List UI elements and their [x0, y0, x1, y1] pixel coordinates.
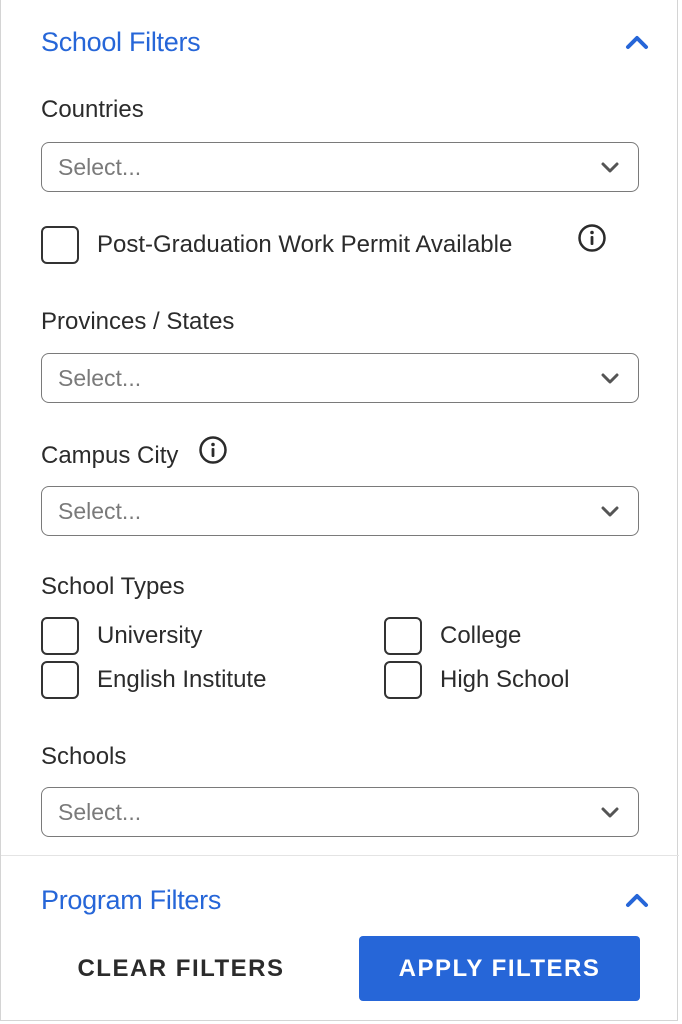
campus-city-select[interactable]: Select...	[41, 486, 639, 536]
school-type-english-institute[interactable]: English Institute	[41, 661, 266, 699]
info-icon[interactable]	[198, 435, 228, 465]
schools-placeholder: Select...	[58, 798, 142, 825]
chevron-down-icon	[601, 807, 619, 818]
school-filters-header[interactable]: School Filters	[41, 22, 649, 62]
school-type-high-school[interactable]: High School	[384, 661, 569, 699]
schools-label: Schools	[41, 743, 127, 770]
pgwp-checkbox[interactable]	[41, 226, 79, 264]
pgwp-label: Post-Graduation Work Permit Available	[97, 231, 513, 258]
countries-placeholder: Select...	[58, 153, 142, 180]
chevron-up-icon[interactable]	[625, 892, 649, 908]
clear-filters-button[interactable]: CLEAR FILTERS	[61, 938, 301, 1000]
chevron-down-icon	[601, 162, 619, 173]
campus-city-label-text: Campus City	[41, 442, 179, 469]
university-checkbox[interactable]	[41, 617, 79, 655]
high-school-label: High School	[440, 666, 570, 693]
school-type-university[interactable]: University	[41, 617, 202, 655]
filters-panel: School Filters Countries Select... Post-…	[0, 0, 679, 1021]
provinces-select[interactable]: Select...	[41, 353, 639, 403]
pgwp-checkbox-row[interactable]: Post-Graduation Work Permit Available	[41, 226, 512, 264]
chevron-up-icon[interactable]	[625, 34, 649, 50]
college-label: College	[440, 622, 522, 649]
english-institute-label: English Institute	[97, 666, 267, 693]
provinces-label: Provinces / States	[41, 308, 235, 335]
school-types-label: School Types	[41, 573, 185, 600]
info-icon[interactable]	[577, 223, 607, 253]
program-filters-header[interactable]: Program Filters	[41, 880, 649, 920]
college-checkbox[interactable]	[384, 617, 422, 655]
school-filters-title: School Filters	[41, 26, 201, 57]
program-filters-title: Program Filters	[41, 884, 222, 915]
campus-city-label: Campus City	[41, 442, 178, 470]
apply-filters-button[interactable]: APPLY FILTERS	[359, 936, 640, 1001]
chevron-down-icon	[601, 506, 619, 517]
provinces-placeholder: Select...	[58, 364, 142, 391]
section-divider	[1, 855, 679, 856]
schools-select[interactable]: Select...	[41, 787, 639, 837]
high-school-checkbox[interactable]	[384, 661, 422, 699]
school-type-college[interactable]: College	[384, 617, 521, 655]
english-institute-checkbox[interactable]	[41, 661, 79, 699]
campus-city-placeholder: Select...	[58, 497, 142, 524]
countries-select[interactable]: Select...	[41, 142, 639, 192]
university-label: University	[97, 622, 203, 649]
countries-label: Countries	[41, 96, 144, 123]
chevron-down-icon	[601, 373, 619, 384]
